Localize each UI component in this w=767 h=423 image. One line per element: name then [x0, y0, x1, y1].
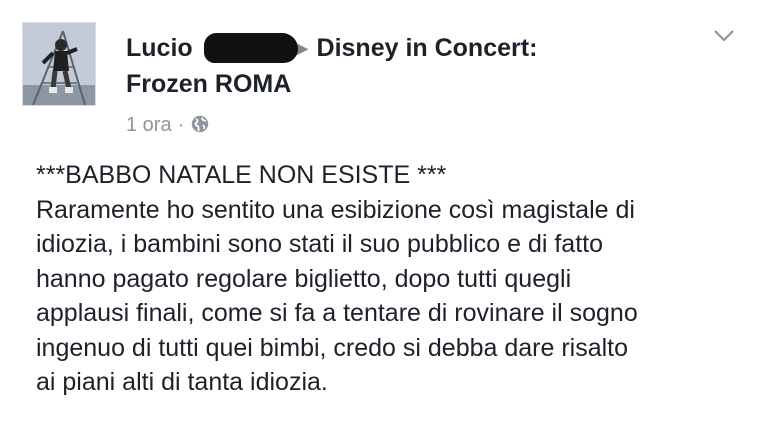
timestamp[interactable]: 1 ora — [126, 114, 172, 136]
author-name[interactable]: Lucio — [126, 30, 298, 66]
post-body-line: idiozia, i bambini sono stati il suo pub… — [36, 230, 603, 258]
group-name-line-2[interactable]: Frozen ROMA — [126, 66, 686, 102]
avatar[interactable] — [22, 22, 96, 106]
facebook-post: Lucio ▶ Disney in Concert: Frozen ROMA 1 … — [0, 0, 767, 423]
post-header: Lucio ▶ Disney in Concert: Frozen ROMA 1 … — [126, 30, 686, 141]
avatar-photo — [23, 23, 95, 105]
post-body-line: ai piani alti di tanta idiozia. — [36, 368, 328, 396]
post-body-line: Raramente ho sentito una esibizione così… — [36, 195, 635, 224]
globe-icon[interactable] — [190, 114, 210, 141]
post-body-line: hanno pagato regolare biglietto, dopo tu… — [36, 264, 572, 293]
chevron-down-icon[interactable] — [712, 28, 736, 44]
redaction-mark — [204, 33, 298, 63]
post-body-line: ingenuo di tutti quei bimbi, credo si de… — [36, 333, 629, 362]
post-title-line-1: Lucio ▶ Disney in Concert: — [126, 30, 686, 66]
post-body-line: ***BABBO NATALE NON ESISTE *** — [36, 161, 447, 189]
group-name[interactable]: Disney in Concert: — [317, 34, 538, 62]
post-meta: 1 ora · — [126, 112, 686, 141]
post-body-line: applausi finali, come si fa a tentare di… — [36, 299, 638, 327]
meta-separator: · — [177, 114, 185, 136]
post-body: ***BABBO NATALE NON ESISTE *** Raramente… — [36, 158, 748, 400]
author-name-text: Lucio — [126, 34, 193, 62]
